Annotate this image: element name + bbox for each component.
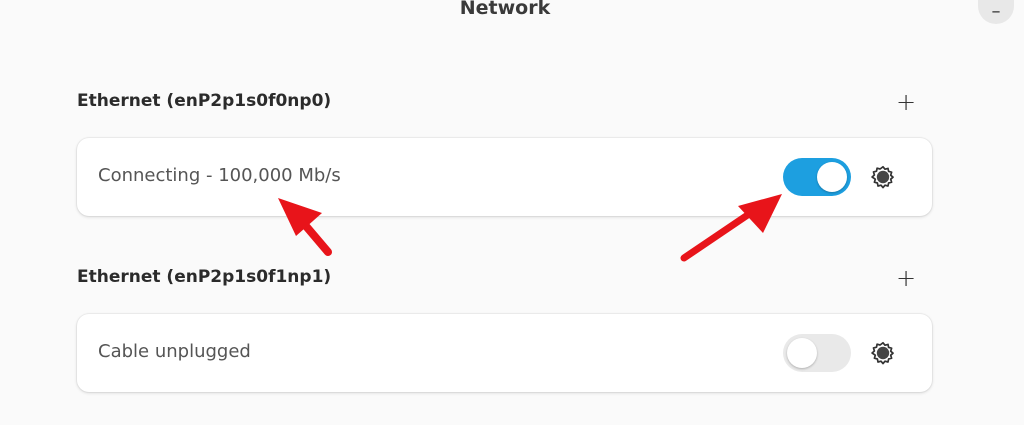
connection-toggle-1[interactable] xyxy=(783,334,851,372)
connection-status: Connecting - 100,000 Mb/s xyxy=(98,165,341,186)
plus-icon: + xyxy=(895,88,917,116)
toggle-knob xyxy=(817,162,847,192)
plus-icon: + xyxy=(895,264,917,292)
add-connection-button-1[interactable]: + xyxy=(893,264,919,292)
connection-toggle-0[interactable] xyxy=(783,158,851,196)
connection-status: Cable unplugged xyxy=(98,341,251,362)
toggle-knob xyxy=(787,338,817,368)
section-heading-ethernet-1: Ethernet (enP2p1s0f1np1) xyxy=(77,267,332,287)
minimize-button[interactable]: – xyxy=(978,0,1014,24)
gear-icon[interactable] xyxy=(871,341,895,365)
gear-icon[interactable] xyxy=(871,165,895,189)
connection-card-0: Connecting - 100,000 Mb/s xyxy=(77,138,932,216)
add-connection-button-0[interactable]: + xyxy=(893,88,919,116)
window-title: Network xyxy=(459,0,551,19)
connection-card-1: Cable unplugged xyxy=(77,314,932,392)
section-heading-ethernet-0: Ethernet (enP2p1s0f0np0) xyxy=(77,91,332,111)
